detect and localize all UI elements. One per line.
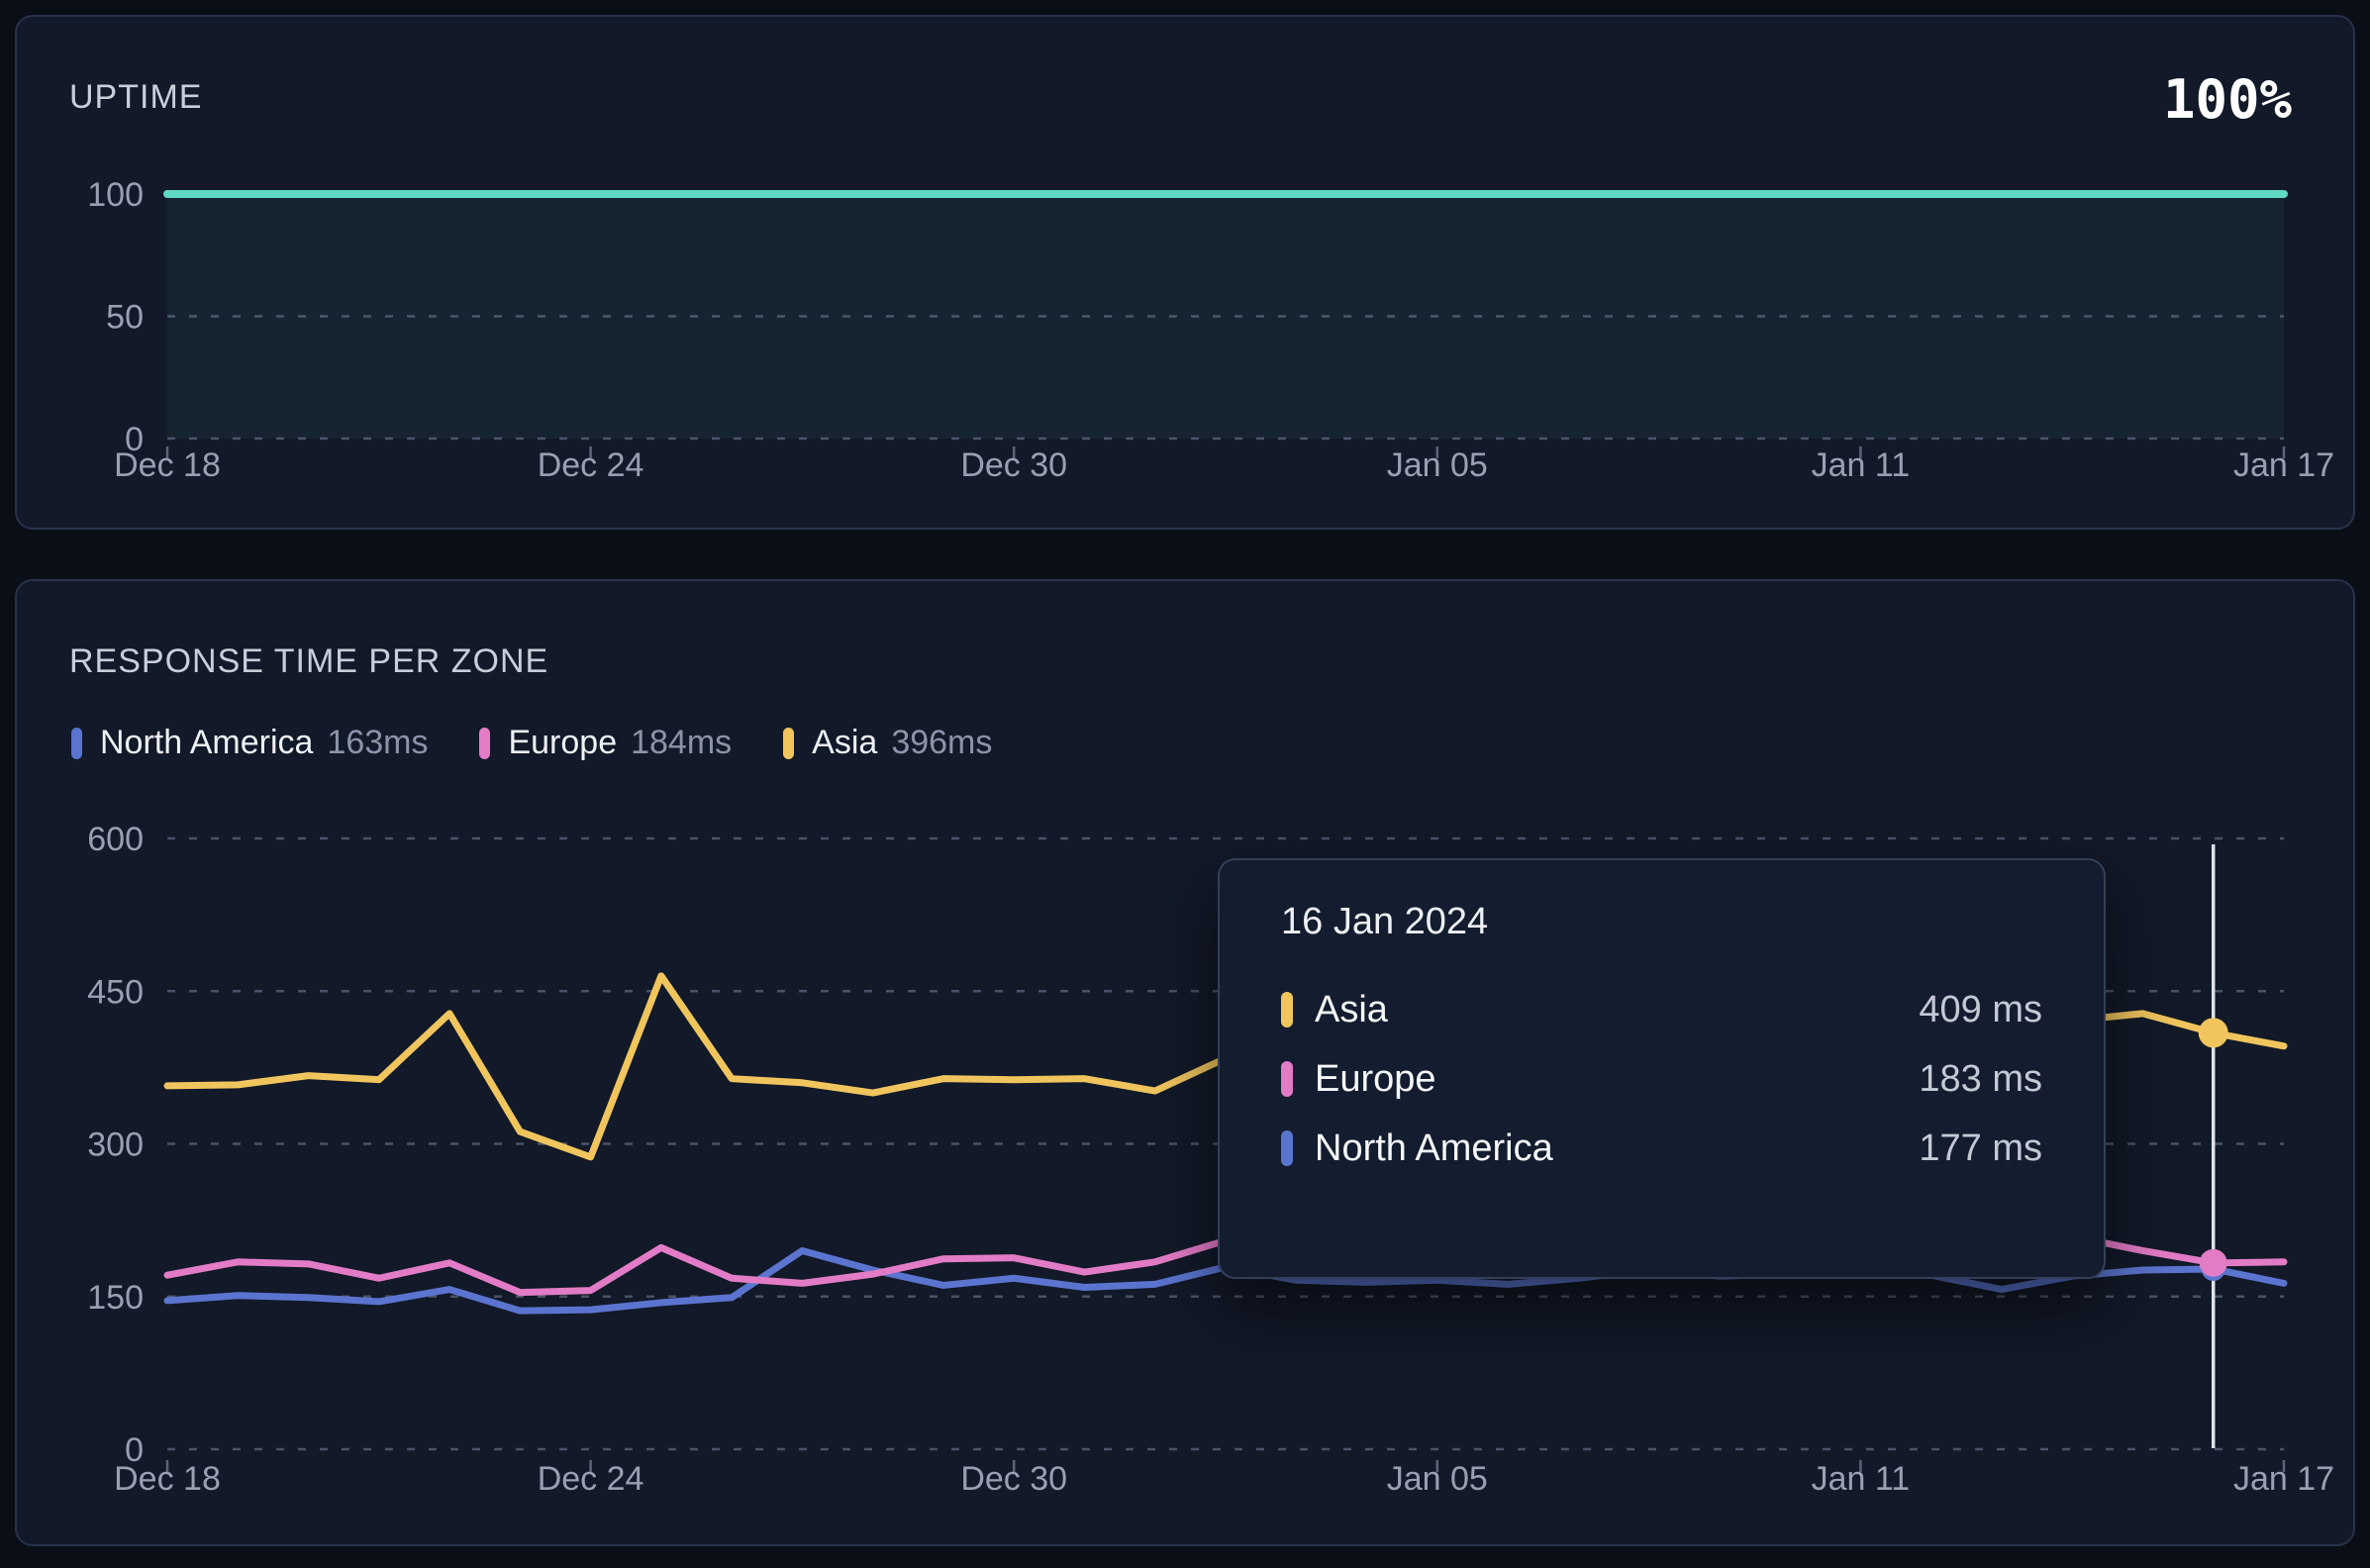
- uptime-panel: UPTIME 100% 050100Dec 18Dec 24Dec 30Jan …: [15, 15, 2355, 530]
- tooltip-row-europe: Europe 183 ms: [1281, 1044, 2042, 1114]
- tooltip-row-north-america: North America 177 ms: [1281, 1114, 2042, 1183]
- svg-text:Dec 18: Dec 18: [114, 446, 221, 484]
- svg-text:Jan 17: Jan 17: [2233, 446, 2334, 484]
- svg-text:450: 450: [87, 973, 144, 1011]
- tooltip-series-value: 183 ms: [1919, 1058, 2042, 1101]
- svg-text:100: 100: [87, 176, 144, 214]
- svg-text:50: 50: [106, 299, 144, 337]
- tooltip-series-value: 177 ms: [1919, 1127, 2042, 1170]
- svg-text:300: 300: [87, 1127, 144, 1164]
- uptime-chart-svg[interactable]: 050100Dec 18Dec 24Dec 30Jan 05Jan 11Jan …: [17, 17, 2353, 528]
- svg-text:Dec 24: Dec 24: [538, 446, 644, 484]
- tooltip-marker-europe: [1281, 1061, 1293, 1097]
- svg-text:Dec 18: Dec 18: [114, 1460, 221, 1498]
- tooltip-marker-north-america: [1281, 1130, 1293, 1166]
- svg-text:600: 600: [87, 821, 144, 858]
- svg-text:150: 150: [87, 1279, 144, 1317]
- svg-text:Jan 11: Jan 11: [1812, 1460, 1911, 1498]
- tooltip-date: 16 Jan 2024: [1281, 898, 2042, 945]
- svg-text:Jan 11: Jan 11: [1812, 446, 1911, 484]
- chart-tooltip: 16 Jan 2024 Asia 409 ms Europe 183 ms No…: [1218, 858, 2106, 1279]
- svg-text:Dec 24: Dec 24: [538, 1460, 644, 1498]
- tooltip-row-asia: Asia 409 ms: [1281, 975, 2042, 1044]
- tooltip-marker-asia: [1281, 992, 1293, 1028]
- svg-text:Dec 30: Dec 30: [960, 446, 1067, 484]
- svg-text:Dec 30: Dec 30: [960, 1460, 1067, 1498]
- tooltip-series-value: 409 ms: [1919, 989, 2042, 1031]
- svg-text:Jan 05: Jan 05: [1387, 1460, 1488, 1498]
- svg-text:Jan 05: Jan 05: [1387, 446, 1488, 484]
- svg-text:Jan 17: Jan 17: [2233, 1460, 2334, 1498]
- response-time-panel: RESPONSE TIME PER ZONE North America 163…: [15, 579, 2355, 1546]
- tooltip-series-name: Europe: [1315, 1058, 1436, 1101]
- tooltip-series-name: North America: [1315, 1127, 1553, 1170]
- tooltip-series-name: Asia: [1315, 989, 1388, 1031]
